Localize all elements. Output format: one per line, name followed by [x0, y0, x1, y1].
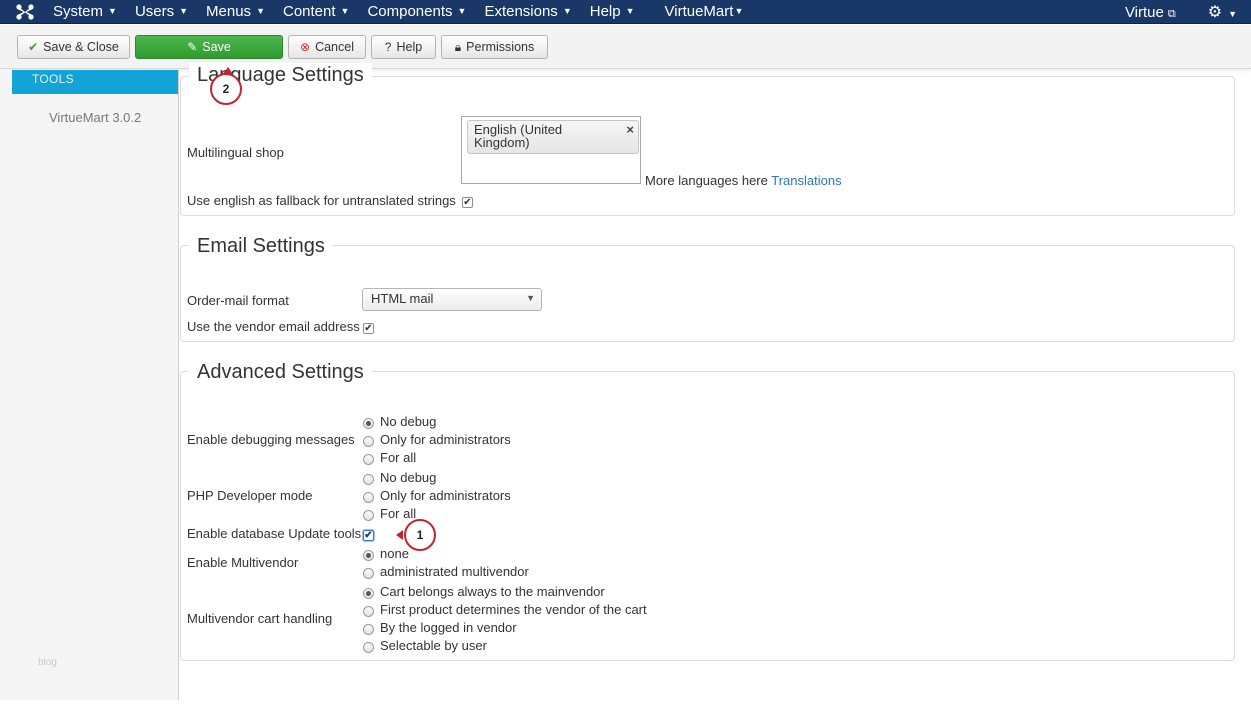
question-icon: ? [384, 40, 392, 54]
fallback-checkbox[interactable]: ✔ [462, 197, 473, 208]
php-option-label: For all [380, 506, 417, 521]
caret-down-icon: ▼ [108, 6, 117, 16]
debug-option-label: Only for administrators [380, 432, 511, 447]
callout-arrow-icon [396, 530, 403, 540]
menu-system[interactable]: System ▼ [44, 0, 126, 24]
language-chip: English (United Kingdom) × [467, 120, 639, 154]
order-mail-format-select[interactable]: HTML mail ▼ [362, 288, 542, 311]
navbar-right: Virtue ⧉ ⚙ ▼ [1125, 0, 1237, 24]
php-radio-all[interactable] [363, 510, 374, 521]
order-mail-format-value: HTML mail [371, 291, 434, 306]
debug-radio-no-debug[interactable] [363, 418, 374, 429]
sidebar-item-tools[interactable]: TOOLS [12, 70, 178, 94]
cancel-icon: ⊗ [300, 40, 311, 54]
permissions-button[interactable]: 🔒︎ Permissions [441, 35, 548, 59]
cancel-button[interactable]: ⊗ Cancel [288, 35, 366, 59]
cart-option-label: By the logged in vendor [380, 620, 517, 635]
annotation-callout-2: 2 [210, 73, 242, 105]
debug-option-label: No debug [380, 414, 437, 429]
cart-option-label: Selectable by user [380, 638, 487, 653]
cart-option-label: Cart belongs always to the mainvendor [380, 584, 605, 599]
menu-content[interactable]: Content ▼ [274, 0, 358, 24]
menu-extensions[interactable]: Extensions ▼ [475, 0, 580, 24]
cart-radio-logged-vendor[interactable] [363, 624, 374, 635]
fallback-label: Use english as fallback for untranslated… [187, 193, 456, 208]
caret-down-icon: ▼ [1228, 9, 1237, 19]
debugging-label: Enable debugging messages [187, 432, 355, 447]
lock-icon: 🔒︎ [454, 40, 462, 54]
chevron-down-icon: ▼ [526, 293, 535, 303]
advanced-settings-legend: Advanced Settings [189, 360, 372, 384]
multilingual-shop-label: Multilingual shop [187, 145, 284, 160]
top-navbar: System ▼ Users ▼ Menus ▼ Content ▼ Component… [0, 0, 1251, 24]
php-developer-label: PHP Developer mode [187, 488, 313, 503]
menu-help[interactable]: Help ▼ [581, 0, 644, 24]
menu-virtuemart[interactable]: VirtueMart▼ [656, 0, 753, 24]
edit-icon: ✎ [187, 40, 198, 54]
email-settings-legend: Email Settings [189, 234, 333, 258]
vendor-email-checkbox[interactable]: ✔ [363, 323, 374, 334]
multivendor-radio-administrated[interactable] [363, 568, 374, 579]
php-option-label: No debug [380, 470, 437, 485]
menu-users[interactable]: Users ▼ [126, 0, 197, 24]
save-button[interactable]: ✎ Save [135, 35, 283, 59]
caret-down-icon: ▼ [734, 6, 744, 16]
sidebar-blog-link[interactable]: blog [38, 657, 57, 668]
debug-option-label: For all [380, 450, 417, 465]
user-settings-menu[interactable]: ⚙ ▼ [1208, 2, 1237, 22]
caret-down-icon: ▼ [625, 6, 635, 16]
version-label: VirtueMart 3.0.2 [49, 110, 142, 125]
multivendor-label: Enable Multivendor [187, 555, 299, 570]
menu-components[interactable]: Components ▼ [358, 0, 475, 24]
multivendor-option-label: administrated multivendor [380, 564, 529, 579]
help-button[interactable]: ? Help [371, 35, 436, 59]
joomla-logo-icon[interactable] [15, 3, 35, 21]
caret-down-icon: ▼ [457, 6, 467, 16]
php-radio-no-debug[interactable] [363, 474, 374, 485]
cart-radio-first-product[interactable] [363, 606, 374, 617]
php-option-label: Only for administrators [380, 488, 511, 503]
cart-radio-mainvendor[interactable] [363, 588, 374, 599]
db-update-tools-label: Enable database Update tools [187, 526, 362, 541]
php-radio-admins[interactable] [363, 492, 374, 503]
vendor-email-label: Use the vendor email address [187, 319, 360, 334]
remove-icon[interactable]: × [626, 123, 634, 136]
check-icon: ✔ [28, 40, 39, 54]
caret-down-icon: ▼ [179, 6, 189, 16]
multivendor-cart-label: Multivendor cart handling [187, 611, 333, 626]
debug-radio-admins[interactable] [363, 436, 374, 447]
advanced-settings-fieldset: Advanced Settings [180, 360, 1235, 661]
gear-icon: ⚙ [1207, 4, 1223, 21]
caret-down-icon: ▼ [562, 6, 572, 16]
debug-radio-all[interactable] [363, 454, 374, 465]
sidebar: TOOLS VirtueMart 3.0.2 blog [0, 70, 179, 700]
language-chip-label: English (United Kingdom) [474, 122, 563, 150]
multivendor-option-label: none [380, 546, 409, 561]
save-and-close-button[interactable]: ✔ Save & Close [17, 35, 130, 59]
main-menu: System ▼ Users ▼ Menus ▼ Content ▼ Component… [44, 0, 752, 24]
language-multiselect[interactable]: English (United Kingdom) × [461, 116, 641, 184]
caret-down-icon: ▼ [256, 6, 265, 16]
order-mail-format-label: Order-mail format [187, 293, 289, 308]
external-link-icon: ⧉ [1167, 7, 1176, 20]
multivendor-radio-none[interactable] [363, 550, 374, 561]
more-languages-label: More languages here [645, 173, 768, 188]
cart-radio-selectable[interactable] [363, 642, 374, 653]
menu-menus[interactable]: Menus ▼ [197, 0, 274, 24]
caret-down-icon: ▼ [340, 6, 350, 16]
more-languages-text: More languages here Translations [645, 173, 842, 188]
db-update-tools-checkbox[interactable]: ✔ [363, 530, 374, 541]
annotation-callout-1: 1 [404, 519, 436, 551]
toolbar: ✔ Save & Close ✎ Save ⊗ Cancel ? Help 🔒︎ Perm… [0, 25, 1251, 69]
cart-option-label: First product determines the vendor of t… [380, 602, 647, 617]
translations-link[interactable]: Translations [771, 173, 841, 188]
view-site-link[interactable]: Virtue ⧉ [1125, 4, 1176, 21]
